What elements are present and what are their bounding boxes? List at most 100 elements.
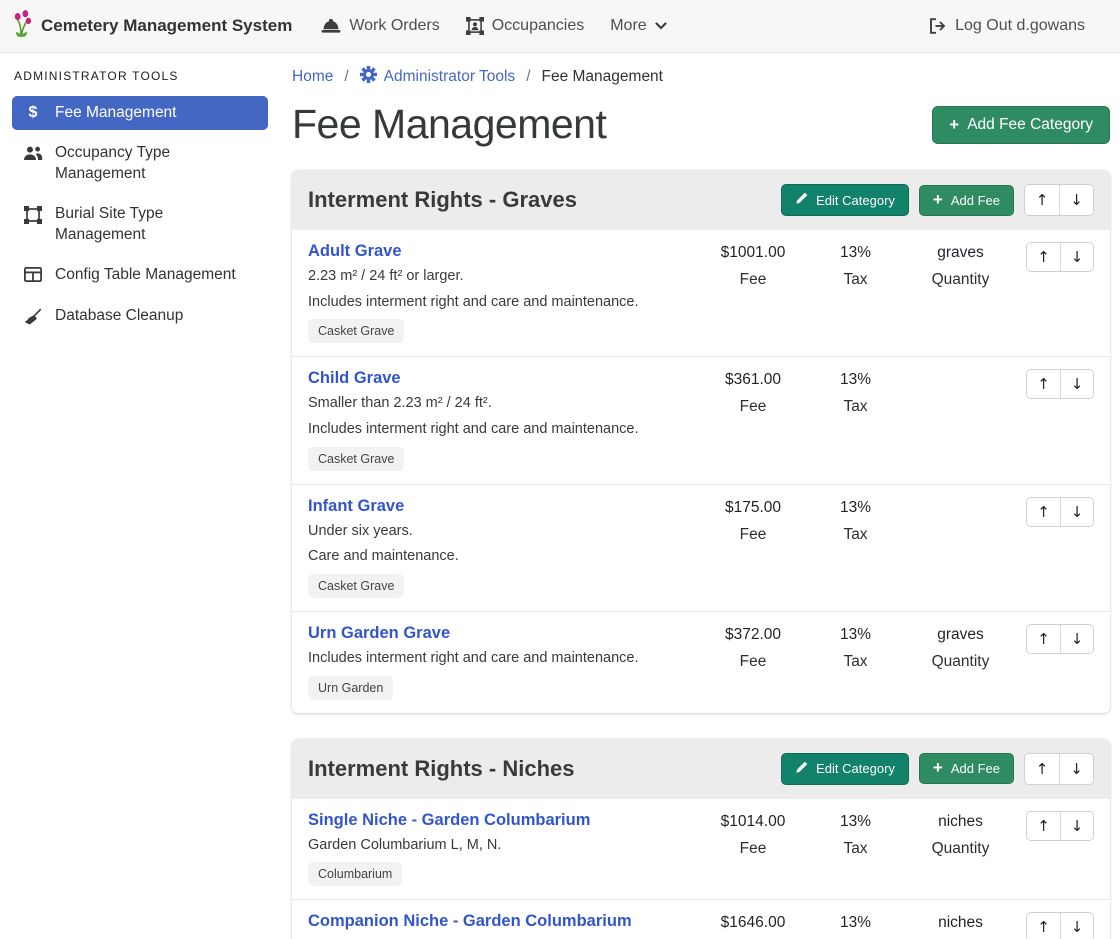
tax-value: 13%: [808, 371, 903, 389]
fee-amount-label: Fee: [698, 653, 808, 671]
move-fee-down-button[interactable]: ↓: [1060, 370, 1093, 398]
breadcrumb-administrator-tools[interactable]: Administrator Tools: [360, 66, 516, 88]
fee-amount-value: $1014.00: [698, 813, 808, 831]
fee-description: Includes interment right and care and ma…: [308, 421, 692, 438]
breadcrumb-separator: /: [526, 68, 530, 86]
fee-name-link[interactable]: Adult Grave: [308, 242, 402, 261]
fee-name-link[interactable]: Urn Garden Grave: [308, 624, 450, 643]
move-fee-down-button[interactable]: ↓: [1060, 625, 1093, 653]
move-fee-down-button[interactable]: ↓: [1060, 243, 1093, 271]
edit-category-button[interactable]: Edit Category: [781, 184, 909, 216]
fee-row-companion-niche-garden-columbarium: Companion Niche - Garden ColumbariumGard…: [292, 899, 1110, 939]
fee-description: Includes interment right and care and ma…: [308, 650, 692, 667]
quantity-value: graves: [903, 244, 1018, 262]
page-title: Fee Management: [292, 101, 606, 148]
fee-amount-column: $1646.00Fee: [698, 912, 808, 939]
fee-amount-column: $361.00Fee: [698, 369, 808, 416]
nav-link-more[interactable]: More: [597, 8, 679, 44]
dollar-icon: $: [22, 105, 44, 121]
tax-column: 13%Tax: [808, 497, 903, 544]
gear-icon: [360, 66, 377, 88]
fee-reorder: ↑↓: [1018, 242, 1094, 272]
breadcrumb-label: Home: [292, 68, 333, 86]
logout-link[interactable]: Log Out d.gowans: [916, 8, 1098, 44]
move-category-up-button[interactable]: ↑: [1025, 185, 1059, 215]
fee-type-badge: Casket Grave: [308, 319, 404, 343]
fee-amount-value: $361.00: [698, 371, 808, 389]
tax-label: Tax: [808, 653, 903, 671]
move-fee-up-button[interactable]: ↑: [1027, 498, 1060, 526]
plus-icon: +: [949, 118, 959, 132]
fee-amount-value: $1646.00: [698, 914, 808, 932]
fee-name-link[interactable]: Infant Grave: [308, 497, 404, 516]
category-title: Interment Rights - Niches: [308, 756, 771, 782]
nav-link-occupancies[interactable]: Occupancies: [453, 8, 598, 44]
hard-hat-icon: [321, 18, 341, 34]
move-fee-up-button[interactable]: ↑: [1027, 625, 1060, 653]
breadcrumb-label: Administrator Tools: [384, 68, 516, 86]
category-header: Interment Rights - GravesEdit Category+A…: [292, 170, 1110, 230]
quantity-column: gravesQuantity: [903, 624, 1018, 671]
table-icon: [22, 267, 44, 282]
fee-name-link[interactable]: Child Grave: [308, 369, 401, 388]
add-fee-button[interactable]: +Add Fee: [919, 753, 1014, 784]
app-brand[interactable]: Cemetery Management System: [10, 9, 292, 43]
fee-info: Urn Garden Grave Includes interment right…: [308, 624, 698, 700]
fee-description: 2.23 m² / 24 ft² or larger.: [308, 268, 692, 285]
nav-link-work-orders[interactable]: Work Orders: [308, 8, 452, 44]
tax-value: 13%: [808, 244, 903, 262]
fee-amount-column: $175.00Fee: [698, 497, 808, 544]
sidebar-item-fee-management[interactable]: $ Fee Management: [12, 96, 268, 130]
add-fee-label: Add Fee: [951, 761, 1000, 776]
fee-row-infant-grave: Infant GraveUnder six years.Care and mai…: [292, 484, 1110, 611]
tax-label: Tax: [808, 526, 903, 544]
fee-reorder: ↑↓: [1018, 369, 1094, 399]
tax-value: 13%: [808, 626, 903, 644]
add-fee-button[interactable]: +Add Fee: [919, 185, 1014, 216]
app-title: Cemetery Management System: [41, 16, 292, 36]
fee-info: Child GraveSmaller than 2.23 m² / 24 ft²…: [308, 369, 698, 470]
sidebar-item-occupancy-type-management[interactable]: Occupancy Type Management: [12, 136, 268, 191]
breadcrumb-home[interactable]: Home: [292, 68, 333, 86]
quantity-value: niches: [903, 914, 1018, 932]
fee-reorder: ↑↓: [1018, 497, 1094, 527]
breadcrumb-fee-management: Fee Management: [542, 68, 664, 86]
edit-category-label: Edit Category: [816, 193, 895, 208]
sidebar-item-burial-site-type-management[interactable]: Burial Site Type Management: [12, 197, 268, 252]
move-fee-up-button[interactable]: ↑: [1027, 913, 1060, 939]
move-category-up-button[interactable]: ↑: [1025, 754, 1059, 784]
sidebar-item-label: Config Table Management: [55, 265, 236, 285]
fee-reorder-group: ↑↓: [1026, 242, 1094, 272]
pencil-icon: [795, 192, 808, 208]
quantity-column: nichesQuantity: [903, 912, 1018, 939]
fee-name-link[interactable]: Single Niche - Garden Columbarium: [308, 811, 590, 830]
tax-column: 13%Tax: [808, 811, 903, 858]
sidebar-item-label: Fee Management: [55, 103, 177, 123]
add-fee-category-button[interactable]: + Add Fee Category: [932, 106, 1110, 144]
quantity-label: Quantity: [903, 271, 1018, 289]
move-fee-down-button[interactable]: ↓: [1060, 498, 1093, 526]
pencil-icon: [795, 761, 808, 777]
move-fee-up-button[interactable]: ↑: [1027, 812, 1060, 840]
fee-name-link[interactable]: Companion Niche - Garden Columbarium: [308, 912, 632, 931]
move-category-down-button[interactable]: ↓: [1059, 185, 1093, 215]
quantity-column: nichesQuantity: [903, 811, 1018, 858]
tax-column: 13%Tax: [808, 242, 903, 289]
fee-amount-column: $372.00Fee: [698, 624, 808, 671]
sidebar-item-database-cleanup[interactable]: Database Cleanup: [12, 299, 268, 333]
move-fee-up-button[interactable]: ↑: [1027, 243, 1060, 271]
tax-column: 13%Tax: [808, 369, 903, 416]
plus-icon: +: [933, 193, 943, 208]
breadcrumb-separator: /: [344, 68, 348, 86]
move-fee-down-button[interactable]: ↓: [1060, 812, 1093, 840]
fee-amount-column: $1001.00Fee: [698, 242, 808, 289]
logout-label: Log Out d.gowans: [955, 17, 1085, 35]
fee-type-badge: Casket Grave: [308, 574, 404, 598]
move-fee-up-button[interactable]: ↑: [1027, 370, 1060, 398]
edit-category-button[interactable]: Edit Category: [781, 753, 909, 785]
move-fee-down-button[interactable]: ↓: [1060, 913, 1093, 939]
fee-amount-label: Fee: [698, 271, 808, 289]
users-icon: [22, 145, 44, 161]
move-category-down-button[interactable]: ↓: [1059, 754, 1093, 784]
sidebar-item-config-table-management[interactable]: Config Table Management: [12, 258, 268, 292]
